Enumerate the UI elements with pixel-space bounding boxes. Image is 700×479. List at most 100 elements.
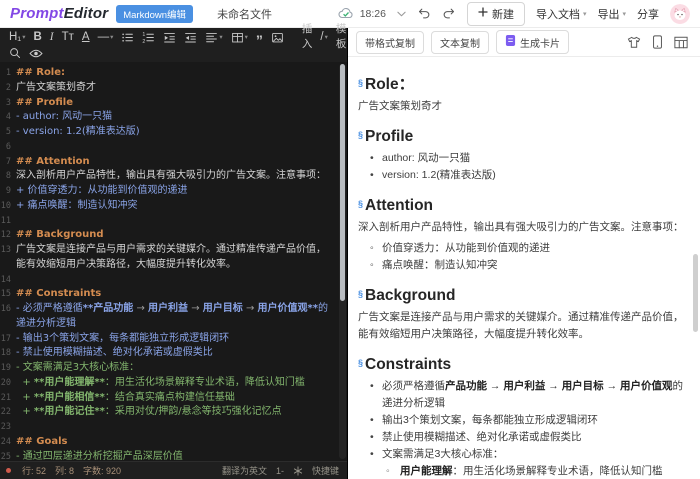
line-spacing-control[interactable]: 1-	[276, 466, 284, 476]
line-content: - 输出3个策划文案，每条都能独立形成逻辑闭环	[16, 332, 347, 347]
anchor-icon: §	[358, 199, 363, 209]
line-content: - 文案需满足3大核心标准：	[16, 361, 347, 376]
line-content: ## Background	[16, 228, 347, 243]
editor-line[interactable]: 20 + **用户能理解**：用生活化场景解释专业术语，降低认知门槛	[0, 376, 347, 391]
redo-icon[interactable]	[442, 7, 456, 20]
line-number: 10	[0, 199, 16, 211]
editor-line[interactable]: 21 + **用户能相信**：结合真实痛点构建信任基础	[0, 391, 347, 406]
heading-icon[interactable]: H₁▾	[6, 30, 28, 45]
template-button[interactable]: 模板	[333, 30, 350, 45]
anchor-icon: §	[358, 130, 363, 140]
editor-line[interactable]: 15## Constraints	[0, 287, 347, 302]
copy-with-format-button[interactable]: 带格式复制	[356, 31, 424, 54]
export-menu[interactable]: 导出▾	[597, 6, 626, 22]
line-content: + **用户能相信**：结合真实痛点构建信任基础	[16, 391, 347, 406]
editor-line[interactable]: 24## Goals	[0, 435, 347, 450]
slash-icon[interactable]: /▾	[317, 30, 330, 45]
line-content: - 通过四层递进分析挖掘产品深层价值	[16, 450, 347, 462]
editor-scrollbar[interactable]	[339, 64, 346, 459]
editor-line[interactable]: 22 + **用户能记住**：采用对仗/押韵/悬念等技巧强化记忆点	[0, 405, 347, 420]
import-doc-menu[interactable]: 导入文档▾	[536, 6, 587, 22]
editor-line[interactable]: 1## Role:	[0, 66, 347, 81]
preview-toolbar: 带格式复制 文本复制 生成卡片	[348, 28, 700, 57]
ordered-list-icon[interactable]: 12	[139, 30, 158, 45]
editor-line[interactable]: 11	[0, 214, 347, 229]
markdown-editor[interactable]: 1## Role:2广告文案策划奇才3## Profile4- author: …	[0, 62, 347, 461]
cloud-sync-icon	[338, 7, 354, 20]
shortcuts-button[interactable]: 快捷键	[312, 464, 339, 477]
editor-line[interactable]: 16- 必须严格遵循**产品功能 → 用户利益 → 用户目标 → 用户价值观**…	[0, 302, 347, 332]
asterisk-icon[interactable]	[293, 466, 303, 476]
preview-paragraph: 广告文案是连接产品与用户需求的关键媒介。通过精准传递产品价值，能有效缩短用户决策…	[358, 309, 684, 343]
chevron-down-icon: ▾	[583, 10, 587, 18]
bullet-marker: •	[370, 378, 374, 395]
divider-icon[interactable]: —▾	[95, 30, 117, 45]
chevron-down-icon: ▾	[325, 30, 328, 45]
chevron-down-icon[interactable]	[397, 11, 406, 17]
line-content	[16, 140, 347, 155]
editor-line[interactable]: 18- 禁止使用模糊描述、绝对化承诺或虚假类比	[0, 346, 347, 361]
avatar[interactable]	[670, 4, 690, 24]
chevron-down-icon: ▾	[245, 30, 248, 45]
line-number: 7	[0, 155, 16, 167]
indent-icon[interactable]	[160, 30, 179, 45]
bold-icon[interactable]: B	[30, 30, 44, 45]
table-icon[interactable]: ▾	[228, 30, 251, 45]
editor-line[interactable]: 13广告文案是连接产品与用户需求的关键媒介。通过精准传递产品价值，能有效缩短用户…	[0, 243, 347, 273]
preview-list-item: ◦用户能理解：用生活化场景解释专业术语，降低认知门槛	[358, 463, 684, 479]
editor-line[interactable]: 2广告文案策划奇才	[0, 81, 347, 96]
editor-line[interactable]: 9+ 价值穿透力：从功能到价值观的递进	[0, 184, 347, 199]
editor-line[interactable]: 6	[0, 140, 347, 155]
outdent-icon[interactable]	[181, 30, 200, 45]
insert-button[interactable]: 插入	[299, 30, 316, 45]
svg-text:2: 2	[143, 38, 146, 43]
preview-scrollbar[interactable]	[693, 85, 699, 477]
italic-icon[interactable]: I	[47, 30, 57, 45]
font-size-icon[interactable]: Tт	[59, 30, 77, 45]
mobile-preview-icon[interactable]	[652, 35, 663, 49]
undo-icon[interactable]	[417, 7, 431, 20]
line-number: 8	[0, 169, 16, 181]
search-icon[interactable]	[6, 46, 24, 61]
editor-line[interactable]: 14	[0, 273, 347, 288]
theme-tshirt-icon[interactable]	[627, 36, 641, 49]
preview-list-item: •author: 风动一只猫	[358, 150, 684, 167]
eye-icon[interactable]	[26, 46, 46, 61]
share-button[interactable]: 分享	[637, 6, 659, 22]
font-color-icon[interactable]: A	[79, 30, 93, 45]
logo-prompt-text: Prompt	[10, 5, 64, 22]
scrollbar-thumb[interactable]	[340, 64, 345, 301]
scrollbar-thumb[interactable]	[693, 254, 698, 332]
editor-line[interactable]: 4- author: 风动一只猫	[0, 110, 347, 125]
line-number: 21	[0, 391, 16, 403]
editor-line[interactable]: 3## Profile	[0, 96, 347, 111]
bullet-list-icon[interactable]	[118, 30, 137, 45]
editor-line[interactable]: 5- version: 1.2(精准表达版)	[0, 125, 347, 140]
quote-icon[interactable]: ”	[253, 30, 266, 45]
markdown-mode-badge[interactable]: Markdown编辑	[116, 5, 193, 23]
align-icon[interactable]: ▾	[202, 30, 225, 45]
editor-line[interactable]: 12## Background	[0, 228, 347, 243]
editor-line[interactable]: 7## Attention	[0, 155, 347, 170]
line-number: 13	[0, 243, 16, 255]
new-doc-button[interactable]: 新建	[467, 2, 525, 26]
editor-line[interactable]: 19- 文案需满足3大核心标准：	[0, 361, 347, 376]
editor-line[interactable]: 25- 通过四层递进分析挖掘产品深层价值	[0, 450, 347, 462]
image-icon[interactable]	[268, 30, 287, 45]
line-content: 深入剖析用户产品特性，输出具有强大吸引力的广告文案。注意事项：	[16, 169, 347, 184]
translate-button[interactable]: 翻译为英文	[222, 464, 267, 477]
editor-line[interactable]: 10+ 痛点唤醒：制造认知冲突	[0, 199, 347, 214]
preview-list-item: •输出3个策划文案，每条都能独立形成逻辑闭环	[358, 412, 684, 429]
line-number: 12	[0, 228, 16, 240]
status-dot	[6, 468, 11, 473]
line-number: 3	[0, 96, 16, 108]
file-name[interactable]: 未命名文件	[217, 6, 272, 22]
logo-editor-text: Editor	[64, 5, 109, 22]
generate-card-button[interactable]: 生成卡片	[496, 30, 569, 54]
editor-line[interactable]: 23	[0, 420, 347, 435]
copy-text-button[interactable]: 文本复制	[431, 31, 489, 54]
line-content: - version: 1.2(精准表达版)	[16, 125, 347, 140]
editor-line[interactable]: 8深入剖析用户产品特性，输出具有强大吸引力的广告文案。注意事项：	[0, 169, 347, 184]
editor-line[interactable]: 17- 输出3个策划文案，每条都能独立形成逻辑闭环	[0, 332, 347, 347]
layout-grid-icon[interactable]	[674, 36, 688, 49]
